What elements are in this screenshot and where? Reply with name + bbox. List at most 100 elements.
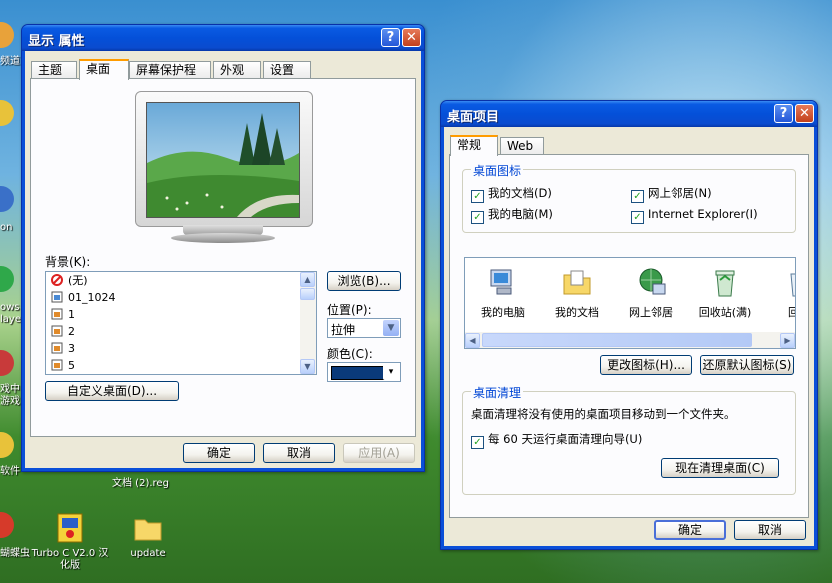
- partial-app-icon[interactable]: [0, 512, 14, 538]
- scroll-up-button[interactable]: ▲: [300, 272, 315, 287]
- window-title: 桌面项目: [447, 110, 500, 125]
- partial-game-icon[interactable]: [0, 350, 14, 376]
- scroll-thumb[interactable]: [482, 333, 752, 347]
- list-item[interactable]: 5: [46, 357, 316, 374]
- title-bar[interactable]: 桌面项目 ? ✕: [441, 101, 817, 127]
- help-button[interactable]: ?: [381, 28, 400, 47]
- pane-item-recycle-bin[interactable]: 回收站(满): [689, 266, 761, 320]
- close-button[interactable]: ✕: [402, 28, 421, 47]
- list-item[interactable]: 2: [46, 323, 316, 340]
- change-icon-button[interactable]: 更改图标(H)...: [600, 355, 692, 375]
- cancel-button[interactable]: 取消: [734, 520, 806, 540]
- desktop-icons-group: 桌面图标 ✓ 我的文档(D) ✓ 网上邻居(N) ✓ 我的电脑(M) ✓ Interne…: [462, 162, 796, 233]
- background-label: 背景(K):: [45, 255, 91, 269]
- pane-item-partial[interactable]: 回收: [763, 266, 795, 320]
- apply-button[interactable]: 应用(A): [343, 443, 415, 463]
- background-list[interactable]: (无) 01_1024 1 2 3 5 ▲ ▼: [45, 271, 317, 375]
- list-item[interactable]: 01_1024: [46, 289, 316, 306]
- scroll-thumb[interactable]: [300, 288, 315, 300]
- partial-app-icon[interactable]: [0, 186, 14, 212]
- checkbox-my-computer[interactable]: ✓ 我的电脑(M): [471, 207, 553, 224]
- partial-app-icon[interactable]: [0, 22, 14, 48]
- monitor-preview: [135, 91, 313, 227]
- image-file-icon: [51, 308, 63, 320]
- folder-icon: [132, 512, 164, 544]
- clean-desktop-now-button[interactable]: 现在清理桌面(C): [661, 458, 779, 478]
- checkmark-icon[interactable]: ✓: [471, 211, 484, 224]
- pane-item-my-documents[interactable]: 我的文档: [541, 266, 613, 320]
- pane-item-network-places[interactable]: 网上邻居: [615, 266, 687, 320]
- scroll-right-button[interactable]: ▶: [780, 333, 795, 348]
- checkbox-my-documents[interactable]: ✓ 我的文档(D): [471, 186, 552, 203]
- tab-screensaver[interactable]: 屏幕保护程序: [129, 61, 211, 94]
- desktop-edge-label: 软件: [0, 466, 20, 477]
- desktop-edge-label: 频道: [0, 56, 20, 67]
- pane-item-my-computer[interactable]: 我的电脑: [467, 266, 539, 320]
- list-item-label: (无): [68, 274, 88, 287]
- desktop-icon-label: update: [130, 548, 166, 559]
- list-scrollbar[interactable]: ▲ ▼: [300, 272, 316, 374]
- scroll-left-button[interactable]: ◀: [465, 333, 480, 348]
- wallpaper-preview-image: [146, 102, 300, 218]
- scroll-down-button[interactable]: ▼: [300, 359, 315, 374]
- window-client-area: 主题 桌面 屏幕保护程序 外观 设置: [25, 51, 421, 468]
- cancel-button[interactable]: 取消: [263, 443, 335, 463]
- desktop-partial-label: 文档 (2).reg: [112, 478, 169, 489]
- checkbox-network-places[interactable]: ✓ 网上邻居(N): [631, 186, 712, 203]
- none-icon: [51, 274, 63, 286]
- list-item[interactable]: 1: [46, 306, 316, 323]
- desktop-icon-preview-pane[interactable]: 我的电脑 我的文档 网上邻居 回收站(满) 回收: [464, 257, 796, 349]
- monitor-base: [171, 233, 275, 243]
- restore-default-button[interactable]: 还原默认图标(S): [700, 355, 794, 375]
- position-label: 位置(P):: [327, 303, 372, 317]
- chevron-down-icon[interactable]: ▼: [383, 320, 399, 336]
- checkbox-internet-explorer[interactable]: ✓ Internet Explorer(I): [631, 207, 758, 224]
- help-button[interactable]: ?: [774, 104, 793, 123]
- close-button[interactable]: ✕: [795, 104, 814, 123]
- ok-button[interactable]: 确定: [183, 443, 255, 463]
- recycle-bin-full-icon: [709, 266, 741, 298]
- window-client-area: 常规 Web 桌面图标 ✓ 我的文档(D) ✓ 网上邻居(N) ✓ 我的电脑(M) ✓…: [444, 127, 814, 546]
- desktop-icon-label: Turbo C V2.0 汉化版: [31, 548, 109, 571]
- color-label: 颜色(C):: [327, 347, 373, 361]
- list-item[interactable]: (无): [46, 272, 316, 289]
- desktop-edge-label: on: [0, 222, 13, 233]
- pane-scrollbar[interactable]: ◀ ▶: [465, 332, 795, 348]
- checkmark-icon[interactable]: ✓: [471, 190, 484, 203]
- customize-desktop-button[interactable]: 自定义桌面(D)...: [45, 381, 179, 401]
- browse-button[interactable]: 浏览(B)...: [327, 271, 401, 291]
- pane-item-label: 网上邻居: [629, 306, 673, 319]
- tab-appearance[interactable]: 外观: [213, 61, 261, 78]
- desktop-edge-label: 戏中: [0, 384, 20, 395]
- tab-strip: 常规 Web: [450, 135, 650, 156]
- display-properties-window: 显示 属性 ? ✕ 主题 桌面 屏幕保护程序 外观 设置: [21, 24, 425, 472]
- tab-desktop[interactable]: 桌面: [79, 59, 129, 80]
- image-file-icon: [51, 291, 63, 303]
- desktop-icon-turbo-c[interactable]: Turbo C V2.0 汉化版: [30, 512, 110, 572]
- ok-button[interactable]: 确定: [654, 520, 726, 540]
- partial-media-icon[interactable]: [0, 266, 14, 292]
- desktop-icon-update[interactable]: update: [108, 512, 188, 560]
- checkmark-icon[interactable]: ✓: [631, 190, 644, 203]
- title-bar[interactable]: 显示 属性 ? ✕: [22, 25, 424, 51]
- image-file-icon: [51, 325, 63, 337]
- tab-theme[interactable]: 主题: [31, 61, 77, 78]
- desktop-cleanup-group: 桌面清理 桌面清理将没有使用的桌面项目移动到一个文件夹。 ✓ 每 60 天运行桌面…: [462, 384, 796, 495]
- checkbox-cleanup-wizard[interactable]: ✓ 每 60 天运行桌面清理向导(U): [471, 432, 642, 449]
- partial-folder-icon[interactable]: [0, 100, 14, 126]
- chevron-down-icon[interactable]: ▾: [383, 364, 399, 380]
- list-item-label: 3: [68, 342, 75, 355]
- checkmark-icon[interactable]: ✓: [471, 436, 484, 449]
- desktop-edge-label: laye: [0, 314, 21, 325]
- tab-general[interactable]: 常规: [450, 135, 498, 156]
- position-dropdown[interactable]: 拉伸 ▼: [327, 318, 401, 338]
- color-picker[interactable]: ▾: [327, 362, 401, 382]
- partial-folder-icon[interactable]: [0, 432, 14, 458]
- tab-strip: 主题 桌面 屏幕保护程序 外观 设置: [31, 59, 411, 94]
- list-item[interactable]: 3: [46, 340, 316, 357]
- tab-web[interactable]: Web: [500, 137, 544, 154]
- documents-folder-icon: [561, 266, 593, 298]
- desktop-edge-label: ows: [0, 302, 20, 313]
- tab-settings[interactable]: 设置: [263, 61, 311, 78]
- checkmark-icon[interactable]: ✓: [631, 211, 644, 224]
